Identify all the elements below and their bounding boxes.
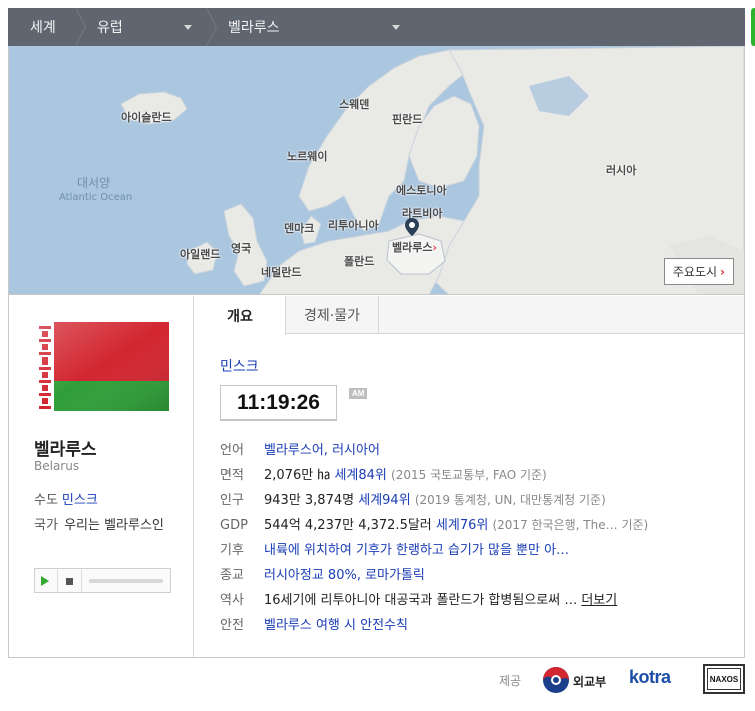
info-row-gdp: GDP 544억 4,237만 4,372.5달러 세계76위 (2017 한국은… (220, 514, 648, 533)
info-row-area: 면적 2,076만 ㏊ 세계84위 (2015 국토교통부, FAO 기준) (220, 464, 547, 483)
info-row-population: 인구 943만 3,874명 세계94위 (2019 통계청, UN, 대만통계청… (220, 489, 606, 508)
capital-label: 수도 (34, 493, 58, 508)
info-key: 역사 (220, 593, 244, 608)
map-pin-icon[interactable] (405, 218, 419, 236)
nav-country-dropdown[interactable]: 벨라루스 (206, 8, 414, 46)
side-tab[interactable] (751, 8, 755, 46)
map-label-finland[interactable]: 핀란드 (392, 111, 422, 127)
anthem-player (34, 568, 171, 593)
flag-image (36, 322, 169, 411)
gdp-source: (2017 한국은행, The… 기준) (492, 518, 649, 532)
anthem-label: 국가 (34, 518, 58, 533)
map-label-norway[interactable]: 노르웨이 (287, 148, 327, 164)
info-row-safety: 안전 벨라루스 여행 시 안전수칙 (220, 614, 408, 633)
anthem-row: 국가 우리는 벨라루스인 (34, 515, 179, 537)
map-label-lithuania[interactable]: 리투아니아 (328, 217, 379, 233)
map-label-sweden[interactable]: 스웨덴 (339, 96, 369, 112)
anthem-title: 우리는 벨라루스인 (64, 518, 164, 533)
nav-country-label: 벨라루스 (228, 20, 280, 36)
population-source: (2019 통계청, UN, 대만통계청 기준) (414, 493, 606, 507)
info-key: 기후 (220, 543, 244, 558)
country-map[interactable]: 아이슬란드 스웨덴 핀란드 노르웨이 러시아 에스토니아 라트비아 덴마크 리투… (9, 46, 744, 295)
population-rank[interactable]: 세계94위 (358, 493, 410, 508)
info-key: 인구 (220, 493, 244, 508)
capital-row: 수도 민스크 (34, 489, 98, 508)
gdp-value: 544억 4,237만 4,372.5달러 (264, 518, 432, 533)
map-label-estonia[interactable]: 에스토니아 (396, 182, 447, 198)
major-cities-label: 주요도시 (672, 265, 718, 279)
country-name-en: Belarus (34, 459, 80, 473)
major-cities-button[interactable]: 주요도시 › (663, 258, 734, 285)
tab-overview[interactable]: 개요 (195, 296, 286, 335)
capital-link[interactable]: 민스크 (62, 493, 98, 508)
map-label-denmark[interactable]: 덴마크 (284, 220, 314, 236)
nav-region-label: 유럽 (97, 20, 123, 36)
population-value: 943만 3,874명 (264, 493, 355, 508)
ampm-badge: AM (349, 388, 368, 399)
safety-link[interactable]: 벨라루스 여행 시 안전수칙 (264, 618, 408, 633)
map-label-netherlands[interactable]: 네덜란드 (261, 264, 301, 280)
provider-footer: 제공 외교부 kotra NAXOS (0, 662, 755, 711)
country-summary: 벨라루스 Belarus 수도 민스크 국가 우리는 벨라루스인 (9, 296, 194, 657)
area-value: 2,076만 ㏊ (264, 468, 331, 483)
chevron-down-icon (184, 25, 192, 30)
stop-icon[interactable] (66, 578, 73, 585)
info-key: 면적 (220, 468, 244, 483)
info-row-history: 역사 16세기에 리투아니아 대공국과 폴란드가 합병됨으로써 … 더보기 (220, 589, 617, 608)
breadcrumb-nav: 세계 유럽 벨라루스 (8, 8, 745, 46)
info-key: GDP (220, 518, 248, 533)
map-label-ireland[interactable]: 아일랜드 (180, 246, 220, 262)
info-key: 안전 (220, 618, 244, 633)
area-rank[interactable]: 세계84위 (334, 468, 386, 483)
nav-world-label: 세계 (30, 20, 56, 36)
clock-city[interactable]: 민스크 (220, 356, 259, 376)
map-label-ocean-en: Atlantic Ocean (59, 192, 133, 203)
play-icon[interactable] (41, 576, 49, 586)
language-link[interactable]: 벨라루스어, 러시아어 (264, 443, 380, 458)
info-row-climate: 기후 내륙에 위치하여 기후가 한랭하고 습기가 많을 뿐만 아… (220, 539, 569, 558)
nav-region-dropdown[interactable]: 유럽 (75, 8, 217, 46)
map-label-poland[interactable]: 폴란드 (344, 253, 374, 269)
info-key: 종교 (220, 568, 244, 583)
map-label-uk[interactable]: 영국 (231, 240, 251, 256)
climate-link[interactable]: 내륙에 위치하여 기후가 한랭하고 습기가 많을 뿐만 아… (264, 543, 569, 558)
naxos-logo[interactable]: NAXOS (703, 664, 745, 694)
map-label-ocean: 대서양 (77, 176, 111, 190)
naxos-label: NAXOS (707, 668, 741, 690)
area-source: (2015 국토교통부, FAO 기준) (391, 468, 547, 482)
progress-bar[interactable] (89, 579, 163, 583)
info-row-religion: 종교 러시아정교 80%, 로마가톨릭 (220, 564, 425, 583)
history-text: 16세기에 리투아니아 대공국과 폴란드가 합병됨으로써 … (264, 593, 578, 608)
nav-world[interactable]: 세계 (8, 8, 86, 46)
info-row-language: 언어 벨라루스어, 러시아어 (220, 439, 380, 458)
info-key: 언어 (220, 443, 244, 458)
mofa-label[interactable]: 외교부 (573, 673, 606, 690)
more-link[interactable]: 더보기 (581, 593, 617, 608)
map-label-belarus[interactable]: 벨라루스› (392, 239, 437, 255)
mofa-logo-icon[interactable] (542, 666, 570, 694)
chevron-down-icon (392, 25, 400, 30)
country-name: 벨라루스 (34, 440, 97, 460)
tab-economy[interactable]: 경제·물가 (286, 296, 379, 334)
map-label-russia[interactable]: 러시아 (606, 162, 636, 178)
kotra-logo[interactable]: kotra (629, 667, 671, 688)
gdp-rank[interactable]: 세계76위 (436, 518, 488, 533)
religion-link[interactable]: 러시아정교 80%, 로마가톨릭 (264, 568, 425, 583)
provided-by-label: 제공 (499, 674, 522, 688)
info-tabs: 개요 경제·물가 (195, 296, 744, 335)
local-time: 11:19:26 (220, 385, 337, 421)
map-label-iceland[interactable]: 아이슬란드 (121, 109, 172, 125)
chevron-right-icon: › (720, 265, 725, 279)
